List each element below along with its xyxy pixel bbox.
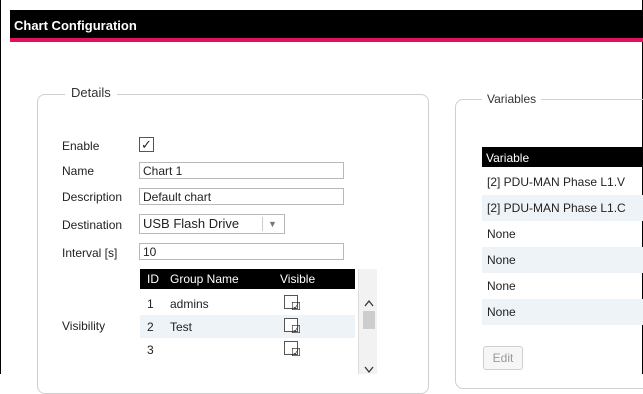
details-legend: Details	[65, 85, 117, 100]
col-id: ID	[147, 272, 159, 286]
window-title-bar: Chart Configuration	[10, 10, 643, 42]
scroll-up-icon	[364, 299, 374, 307]
destination-label: Destination	[62, 218, 123, 232]
visible-checkbox[interactable]: ☑	[284, 318, 301, 336]
table-row[interactable]: 3 ☑	[140, 338, 355, 361]
interval-label: Interval [s]	[62, 246, 118, 260]
name-label: Name	[62, 164, 95, 178]
description-field[interactable]: Default chart	[139, 188, 344, 205]
window-title: Chart Configuration	[14, 18, 137, 33]
check-icon: ☑	[291, 347, 301, 359]
name-field[interactable]: Chart 1	[139, 162, 344, 179]
destination-select[interactable]: USB Flash Drive ▼	[139, 214, 285, 234]
row-id: 2	[147, 320, 154, 334]
row-id: 3	[147, 343, 154, 357]
row-group-name: Test	[170, 320, 193, 334]
description-label: Description	[62, 190, 123, 204]
row-group-name: admins	[170, 297, 209, 311]
table-header: ID Group Name Visible	[140, 269, 355, 289]
list-item[interactable]: None	[482, 221, 643, 247]
table-row[interactable]: 1 admins ☑	[140, 292, 355, 315]
list-item[interactable]: None	[482, 299, 643, 325]
check-icon: ✓	[141, 137, 152, 152]
visible-checkbox[interactable]: ☑	[284, 295, 301, 313]
col-group-name: Group Name	[170, 272, 239, 286]
scroll-thumb	[363, 311, 375, 329]
list-item[interactable]: None	[482, 247, 643, 273]
interval-field[interactable]: 10	[139, 243, 344, 260]
visibility-label: Visibility	[62, 319, 106, 333]
row-id: 1	[147, 297, 154, 311]
variables-legend: Variables	[482, 92, 542, 106]
variables-header: Variable	[482, 147, 643, 167]
list-item[interactable]: [2] PDU-MAN Phase L1.V	[482, 169, 643, 195]
edit-button[interactable]: Edit	[483, 346, 523, 370]
list-item[interactable]: None	[482, 273, 643, 299]
enable-checkbox[interactable]: ✓	[139, 137, 154, 152]
check-icon: ☑	[291, 301, 301, 313]
check-icon: ☑	[291, 324, 301, 336]
scroll-down-icon	[364, 366, 374, 374]
list-item[interactable]: [2] PDU-MAN Phase L1.C	[482, 195, 643, 221]
table-row[interactable]: 2 Test ☑	[140, 315, 355, 338]
col-visible: Visible	[280, 272, 316, 286]
scrollbar-graphic	[363, 299, 375, 374]
destination-value: USB Flash Drive	[143, 216, 240, 231]
visible-checkbox[interactable]: ☑	[284, 341, 301, 359]
chevron-down-icon: ▼	[262, 217, 282, 231]
enable-label: Enable	[62, 139, 100, 153]
table-scrollbar[interactable]	[358, 269, 377, 374]
